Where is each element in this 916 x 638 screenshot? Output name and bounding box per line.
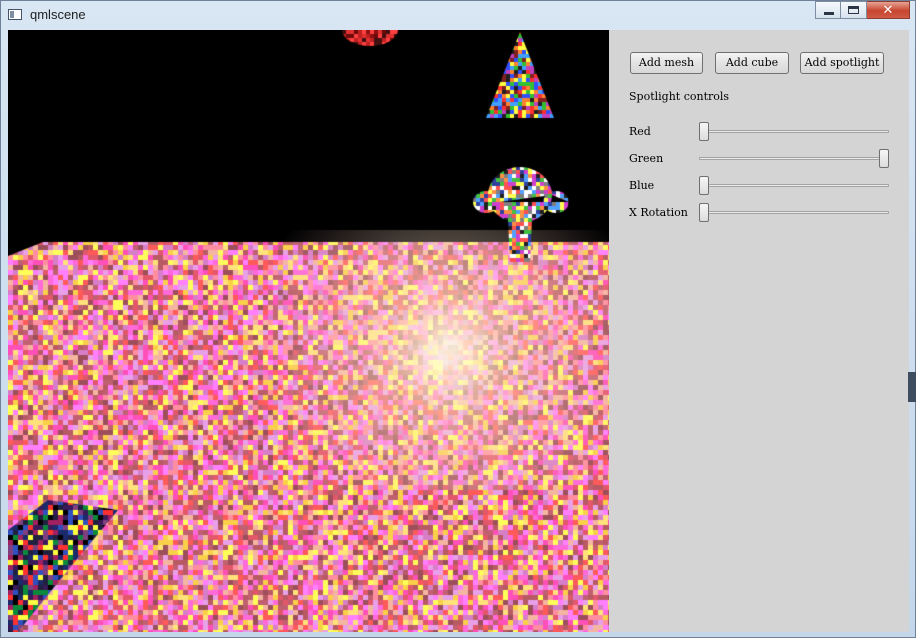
application-window: qmlscene ✕ Add mesh Add cube Add spotlig…: [0, 0, 916, 638]
blue-slider[interactable]: [699, 175, 889, 195]
slider-track[interactable]: [699, 130, 889, 133]
add-spotlight-button[interactable]: Add spotlight: [800, 52, 884, 74]
minimize-button[interactable]: [815, 1, 841, 19]
x-rotation-slider[interactable]: [699, 202, 889, 222]
slider-handle[interactable]: [699, 176, 709, 195]
red-slider[interactable]: [699, 121, 889, 141]
slider-handle[interactable]: [699, 203, 709, 222]
scene-canvas[interactable]: [8, 30, 609, 632]
slider-track[interactable]: [699, 184, 889, 187]
slider-handle[interactable]: [879, 149, 889, 168]
app-window-icon[interactable]: [8, 9, 22, 20]
title-bar[interactable]: qmlscene ✕: [1, 1, 915, 30]
add-cube-button[interactable]: Add cube: [715, 52, 789, 74]
maximize-icon: [848, 6, 859, 14]
background-window-edge: [908, 372, 916, 402]
close-button[interactable]: ✕: [867, 1, 910, 19]
slider-handle[interactable]: [699, 122, 709, 141]
3d-viewport[interactable]: [8, 30, 609, 632]
maximize-button[interactable]: [841, 1, 867, 19]
green-slider[interactable]: [699, 148, 889, 168]
green-slider-label: Green: [629, 152, 664, 165]
client-area: Add mesh Add cube Add spotlight Spotligh…: [8, 30, 909, 632]
spotlight-controls-heading: Spotlight controls: [629, 90, 730, 103]
control-panel: Add mesh Add cube Add spotlight Spotligh…: [609, 30, 909, 632]
caption-buttons: ✕: [815, 1, 910, 21]
red-slider-label: Red: [629, 125, 651, 138]
slider-track[interactable]: [699, 211, 889, 214]
blue-slider-label: Blue: [629, 179, 655, 192]
minimize-icon: [824, 12, 834, 15]
close-icon: ✕: [882, 3, 894, 18]
slider-track[interactable]: [699, 157, 889, 160]
add-mesh-button[interactable]: Add mesh: [630, 52, 703, 74]
x-rotation-slider-label: X Rotation: [629, 206, 688, 219]
window-title: qmlscene: [30, 7, 86, 22]
